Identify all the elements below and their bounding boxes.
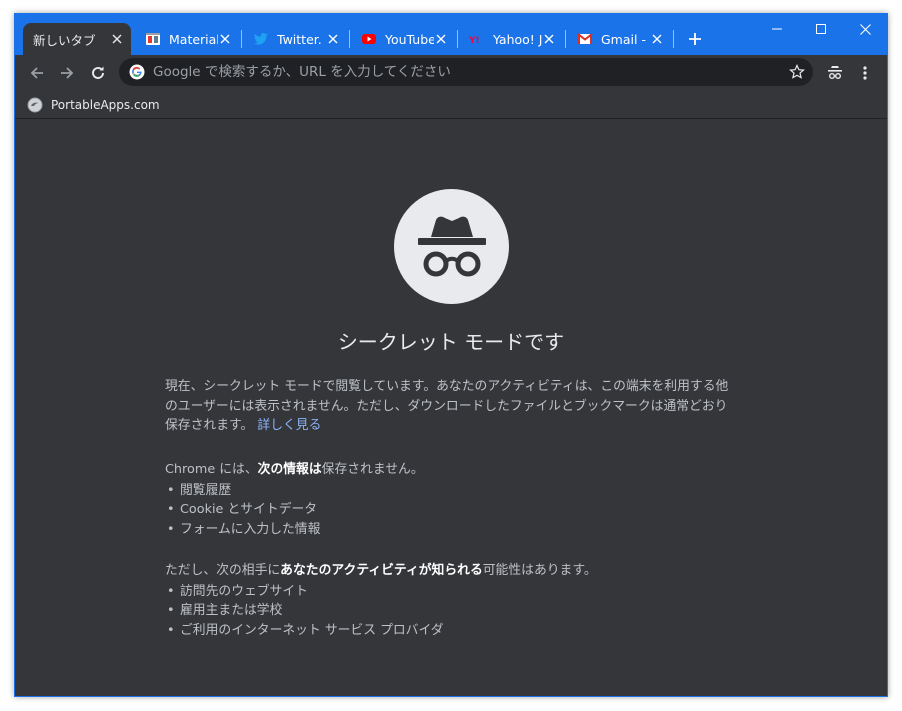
list-item: ご利用のインターネット サービス プロバイダ [165,621,740,641]
more-vert-icon [863,66,867,80]
back-button[interactable] [23,59,51,87]
close-icon[interactable] [542,31,557,47]
toolbar [15,55,887,91]
tab-twitter[interactable]: Twitter. [243,23,347,55]
tab-gmail[interactable]: Gmail - [567,23,671,55]
list-item: フォームに入力した情報 [165,520,740,540]
not-saved-section: Chrome には、次の情報は保存されません。 閲覧履歴 Cookie とサイト… [165,460,740,539]
maximize-button[interactable] [799,14,843,44]
tab-youtube[interactable]: YouTube [351,23,455,55]
address-bar[interactable] [119,58,813,86]
tab-separator [349,30,350,48]
close-icon[interactable] [434,31,449,47]
incognito-page: シークレット モードです 現在、シークレット モードで閲覧しています。あなたのア… [15,120,887,696]
list-item: Cookie とサイトデータ [165,500,740,520]
incognito-icon [417,216,486,276]
minimize-button[interactable] [755,14,799,44]
not-saved-list: 閲覧履歴 Cookie とサイトデータ フォームに入力した情報 [165,481,740,540]
incognito-icon [828,66,842,79]
tab-separator [241,30,242,48]
not-saved-heading: Chrome には、次の情報は保存されません。 [165,462,424,477]
reload-button[interactable] [84,59,112,87]
bookmark-portableapps[interactable]: PortableApps.com [27,94,160,116]
google-g-icon [129,64,145,80]
tab-title: Yahoo! J [493,31,542,47]
list-item: 訪問先のウェブサイト [165,582,740,602]
close-icon[interactable] [218,31,233,47]
material-icon [145,31,161,47]
visible-to-heading: ただし、次の相手にあなたのアクティビティが知られる可能性はあります。 [165,563,597,578]
svg-text:Y!: Y! [469,36,480,46]
plus-icon [689,33,701,45]
incognito-logo [394,189,509,304]
window-close-button[interactable] [843,14,887,44]
tab-separator [673,30,674,48]
minimize-icon [772,28,782,30]
visible-to-list: 訪問先のウェブサイト 雇用主または学校 ご利用のインターネット サービス プロバ… [165,582,740,641]
menu-button[interactable] [851,59,879,87]
forward-arrow-icon [61,67,74,79]
portableapps-icon [27,97,43,113]
new-tab-button[interactable] [683,27,707,51]
learn-more-link[interactable]: 詳しく見る [257,418,321,433]
star-icon[interactable] [789,64,805,80]
close-icon[interactable] [326,31,341,47]
reload-icon [92,66,104,79]
tab-new-tab[interactable]: 新しいタブ [23,23,131,55]
list-item: 雇用主または学校 [165,601,740,621]
tab-title: YouTube [385,31,434,47]
tab-yahoo[interactable]: Y! Yahoo! J [459,23,563,55]
tab-title: 新しいタブ [33,32,96,48]
bookmarks-bar: PortableApps.com [15,91,887,119]
forward-button[interactable] [53,59,81,87]
tab-separator [565,30,566,48]
tab-title: Gmail - [601,31,646,47]
incognito-description: 現在、シークレット モードで閲覧しています。あなたのアクティビティは、この端末を… [165,377,740,436]
visible-to-section: ただし、次の相手にあなたのアクティビティが知られる可能性はあります。 訪問先のウ… [165,561,740,640]
gmail-icon [577,31,593,47]
yahoo-icon: Y! [469,31,485,47]
tab-separator [457,30,458,48]
tab-title: Twitter. [277,31,322,47]
list-item: 閲覧履歴 [165,481,740,501]
tab-title: Material [169,31,218,47]
youtube-icon [361,31,377,47]
close-icon[interactable] [109,31,125,47]
tab-material[interactable]: Material [135,23,239,55]
incognito-indicator-button[interactable] [821,59,849,87]
close-icon[interactable] [650,31,665,47]
bookmark-label: PortableApps.com [51,98,160,112]
page-title: シークレット モードです [337,330,565,354]
tab-strip: 新しいタブ Material Twitter. YouTube Y! Yahoo… [15,14,887,55]
browser-window: 新しいタブ Material Twitter. YouTube Y! Yahoo… [14,13,888,697]
maximize-icon [816,24,826,34]
back-arrow-icon [30,67,43,79]
close-icon [859,23,871,35]
description-text: 現在、シークレット モードで閲覧しています。あなたのアクティビティは、この端末を… [165,379,729,433]
omnibox-input[interactable] [153,64,789,80]
twitter-icon [253,31,269,47]
